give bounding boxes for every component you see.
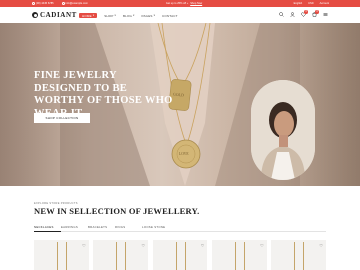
heart-icon[interactable]: ♡: [201, 243, 205, 248]
phone-contact[interactable]: (00) 4445 6785: [32, 2, 54, 5]
promo-text: Get up to 25% off +: [165, 2, 189, 5]
product-image: [175, 242, 186, 270]
currency-selector[interactable]: USD: [308, 2, 313, 5]
phone-icon: [32, 2, 35, 5]
product-image: [294, 242, 305, 270]
email-address: info@example.com: [65, 2, 88, 5]
nav-pages-label: PAGES: [141, 13, 153, 18]
heart-icon[interactable]: ♡: [260, 243, 264, 248]
model-portrait-image: [251, 80, 315, 180]
account-link[interactable]: Account: [320, 2, 329, 5]
tab-loose-stone[interactable]: LOOSE STONE: [142, 224, 169, 231]
nav-home[interactable]: HOME ▾: [79, 13, 98, 18]
pendant-engraving-1: GOLD: [172, 91, 185, 98]
tab-bracelets[interactable]: BRACELETS: [88, 224, 115, 231]
mail-icon: [61, 2, 65, 5]
cart-icon[interactable]: 0: [312, 10, 319, 17]
product-card[interactable]: ♡: [93, 240, 149, 270]
tab-necklaces[interactable]: NECKLACES: [34, 224, 61, 232]
chevron-down-icon: ▾: [92, 14, 95, 17]
user-icon[interactable]: [290, 12, 295, 17]
menu-icon[interactable]: [323, 12, 328, 17]
search-icon[interactable]: [279, 12, 284, 17]
nav-contact[interactable]: CONTACT: [162, 13, 178, 18]
heart-icon[interactable]: ♡: [141, 243, 145, 248]
language-selector[interactable]: English: [294, 2, 303, 5]
product-image: [57, 242, 67, 270]
chevron-down-icon: ▾: [153, 14, 156, 17]
product-grid: ♡ ♡ ♡ ♡ ♡: [34, 240, 326, 270]
nav-contact-label: CONTACT: [162, 13, 178, 18]
tab-rings[interactable]: RINGS: [115, 224, 142, 231]
section-subtitle: EXPLORE STORE PRODUCTS: [34, 202, 78, 205]
wishlist-count-badge: 0: [304, 10, 308, 14]
shop-collection-button[interactable]: SHOP COLLECTION: [34, 113, 90, 123]
nav-shop[interactable]: SHOP ▾: [104, 13, 116, 18]
logo-mark-icon: [32, 12, 38, 18]
product-image: [234, 242, 245, 270]
product-card[interactable]: ♡: [34, 240, 89, 270]
top-bar: (00) 4445 6785 info@example.com Get up t…: [0, 0, 360, 7]
nav-pages[interactable]: PAGES ▾: [141, 13, 155, 18]
logo-text: CADIANT: [40, 11, 77, 19]
product-card[interactable]: ♡: [152, 240, 208, 270]
chevron-down-icon: ▾: [114, 14, 116, 17]
nav-blog-label: BLOG: [122, 13, 133, 18]
phone-number: (00) 4445 6785: [36, 2, 54, 5]
product-tabs: NECKLACES EARRINGS BRACELETS RINGS LOOSE…: [34, 224, 326, 232]
logo[interactable]: CADIANT: [32, 11, 77, 19]
product-card[interactable]: ♡: [211, 240, 267, 270]
heart-icon[interactable]: 0: [301, 10, 308, 17]
promo-banner: Get up to 25% off + Shop Now: [150, 2, 218, 5]
main-nav: HOME ▾ SHOP ▾ BLOG ▾ PAGES ▾ CONTACT: [79, 13, 178, 18]
site-header: CADIANT HOME ▾ SHOP ▾ BLOG ▾ PAGES ▾ CONTACT…: [0, 7, 360, 23]
product-card[interactable]: ♡: [271, 240, 326, 270]
heart-icon[interactable]: ♡: [319, 243, 323, 248]
shop-now-link[interactable]: Shop Now: [190, 2, 202, 5]
pendant-engraving-2: LOVE: [179, 152, 189, 156]
tab-earrings[interactable]: EARRINGS: [61, 224, 88, 231]
email-contact[interactable]: info@example.com: [61, 2, 88, 5]
nav-blog[interactable]: BLOG ▾: [123, 13, 135, 18]
hero-banner: GOLD LOVE FINE JEWELRY DESIGNED TO BE WO…: [0, 23, 360, 186]
heart-icon[interactable]: ♡: [82, 243, 86, 248]
cart-count-badge: 0: [315, 10, 319, 14]
section-title: NEW IN SELLECTION OF JEWELLERY.: [34, 206, 200, 216]
chevron-down-icon: ▾: [133, 14, 135, 17]
nav-shop-label: SHOP: [104, 13, 114, 18]
nav-home-label: HOME: [82, 13, 92, 18]
product-image: [116, 242, 127, 270]
